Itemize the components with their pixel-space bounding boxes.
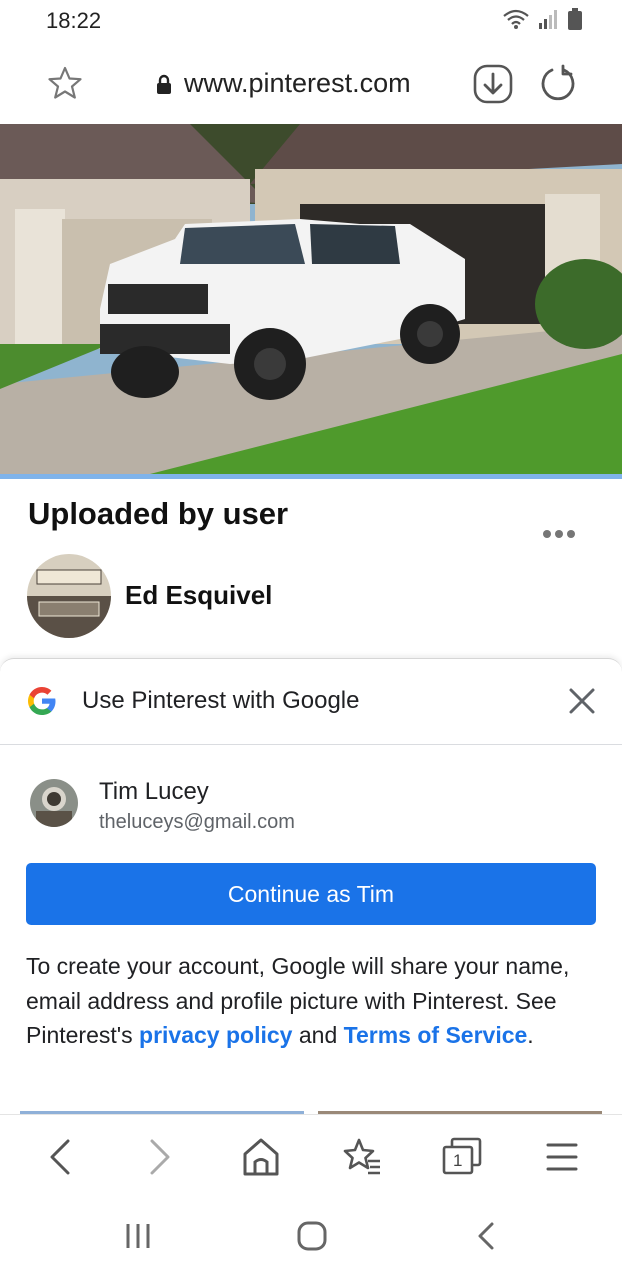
more-options-icon[interactable] (541, 522, 577, 546)
continue-button[interactable]: Continue as Tim (26, 863, 596, 925)
forward-arrow-icon[interactable] (146, 1137, 174, 1177)
system-back-icon[interactable] (474, 1220, 498, 1252)
creator-name[interactable]: Ed Esquivel (125, 580, 272, 611)
google-logo-icon (28, 687, 56, 715)
status-time: 18:22 (46, 8, 102, 33)
reload-icon[interactable] (538, 64, 576, 104)
download-icon[interactable] (473, 64, 513, 104)
disclaimer-end: . (527, 1022, 534, 1048)
sheet-title: Use Pinterest with Google (82, 687, 360, 714)
browser-url-bar: www.pinterest.com (0, 48, 622, 122)
bookmark-star-icon[interactable] (48, 66, 82, 100)
recent-apps-icon[interactable] (124, 1220, 152, 1252)
creator-avatar[interactable] (27, 554, 111, 638)
browser-toolbar: 1 (0, 1114, 622, 1204)
status-bar: 18:22 (0, 0, 622, 44)
account-avatar (30, 779, 78, 827)
consent-disclaimer: To create your account, Google will shar… (26, 949, 596, 1053)
address-field[interactable]: www.pinterest.com (156, 68, 411, 99)
privacy-policy-link[interactable]: privacy policy (139, 1022, 292, 1048)
image-loading-bar (0, 474, 622, 479)
signal-icon (539, 10, 557, 29)
home-icon[interactable] (242, 1137, 280, 1177)
sheet-header: Use Pinterest with Google (0, 659, 622, 745)
close-icon[interactable] (568, 687, 596, 715)
google-signin-sheet: Use Pinterest with Google Tim Lucey thel… (0, 658, 622, 1115)
wifi-icon (503, 9, 529, 29)
system-navigation-bar (0, 1204, 622, 1279)
terms-of-service-link[interactable]: Terms of Service (344, 1022, 528, 1048)
status-icons (502, 8, 582, 30)
pin-image[interactable] (0, 124, 622, 474)
url-text: www.pinterest.com (184, 68, 411, 98)
lock-icon (157, 74, 171, 94)
home-button-icon[interactable] (296, 1220, 328, 1252)
tab-count: 1 (453, 1151, 463, 1170)
pin-title: Uploaded by user (28, 496, 289, 531)
bookmarks-icon[interactable] (342, 1137, 382, 1177)
account-email: theluceys@gmail.com (99, 811, 295, 833)
back-arrow-icon[interactable] (46, 1137, 74, 1177)
menu-icon[interactable] (546, 1137, 578, 1177)
battery-icon (568, 8, 582, 30)
tabs-button[interactable]: 1 (440, 1137, 484, 1177)
disclaimer-and: and (292, 1022, 344, 1048)
account-name: Tim Lucey (99, 778, 209, 805)
